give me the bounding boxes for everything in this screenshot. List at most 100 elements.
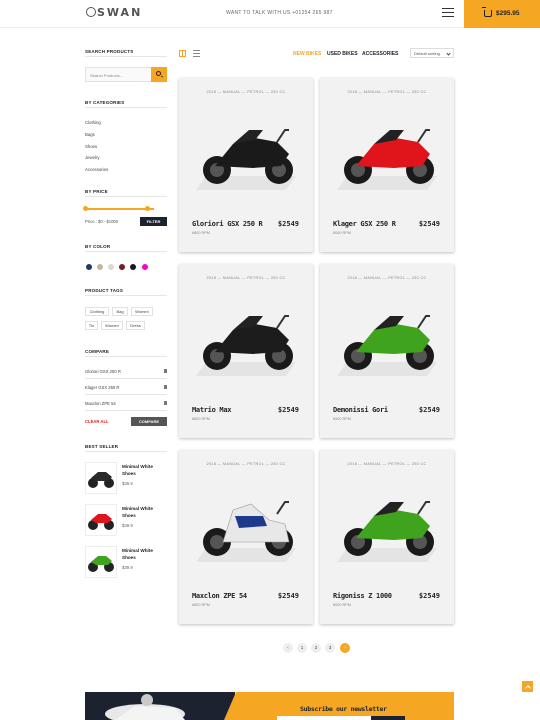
tab-accessories[interactable]: ACCESSORIES xyxy=(362,51,398,57)
site-logo[interactable]: SWAN xyxy=(86,6,142,19)
category-jewelry[interactable]: Jewelry xyxy=(85,155,100,160)
product-name[interactable]: Gloriori GSX 250 R xyxy=(192,220,263,228)
product-name[interactable]: Klager GSX 250 R xyxy=(333,220,396,228)
trash-icon[interactable] xyxy=(164,369,167,373)
bestseller-thumbnail[interactable] xyxy=(85,462,117,494)
category-clothing[interactable]: Clothing xyxy=(85,120,101,125)
tag-women[interactable]: Women xyxy=(101,321,123,330)
color-swatch-black[interactable] xyxy=(130,264,136,270)
tab-new-bikes[interactable]: NEW BIKES xyxy=(293,51,321,57)
motorcycle-image xyxy=(203,501,293,556)
product-name[interactable]: Matrio Max xyxy=(192,406,231,414)
divider xyxy=(85,107,167,108)
list-view-icon[interactable] xyxy=(193,50,200,57)
trash-icon[interactable] xyxy=(164,385,167,389)
product-rpm: 8000 RPM xyxy=(333,603,351,607)
motorcycle-image xyxy=(203,129,293,184)
product-name[interactable]: Rigoniss Z 1000 xyxy=(333,592,392,600)
product-card[interactable]: 2018 — MANUAL — PETROL — 250 CC Rigoniss… xyxy=(320,450,454,624)
price-slider-min-handle[interactable] xyxy=(83,206,88,211)
category-accessories[interactable]: Accessories xyxy=(85,167,108,172)
bestseller-thumbnail[interactable] xyxy=(85,504,117,536)
bestseller-price: $39.9 xyxy=(122,481,133,486)
color-swatch-navy[interactable] xyxy=(86,264,92,270)
tag-bag[interactable]: Bag xyxy=(112,307,128,316)
color-swatch-beige[interactable] xyxy=(97,264,103,270)
search-button[interactable] xyxy=(151,67,167,82)
tag-tie[interactable]: Tie xyxy=(85,321,98,330)
logo-ring-icon xyxy=(86,7,96,17)
tag-clothing[interactable]: Clothing xyxy=(85,307,109,316)
bestseller-price: $39.9 xyxy=(122,523,133,528)
divider xyxy=(85,196,167,197)
sort-value: Default sorting xyxy=(414,51,440,56)
newsletter-title: Subscribe our newsletter xyxy=(300,705,387,713)
cart-amount: $295.95 xyxy=(496,10,520,17)
category-bags[interactable]: Bags xyxy=(85,132,95,137)
product-specs: 2018 — MANUAL — PETROL — 250 CC xyxy=(347,90,427,94)
newsletter-email-input[interactable] xyxy=(277,716,371,720)
trash-icon[interactable] xyxy=(164,401,167,405)
bestseller-name[interactable]: Minimal White Shoes xyxy=(122,547,166,561)
compare-item: Gloriori GSX 250 R xyxy=(85,369,167,374)
product-card[interactable]: 2018 — MANUAL — PETROL — 250 CC Klager G… xyxy=(320,78,454,252)
color-heading: BY COLOR xyxy=(85,244,111,249)
hamburger-menu-icon[interactable] xyxy=(442,8,454,17)
product-price: $2549 xyxy=(418,406,440,414)
compare-item-label: Maxclon ZPE 54 xyxy=(85,401,116,406)
product-card[interactable]: 2018 — MANUAL — PETROL — 250 CC Matrio M… xyxy=(179,264,313,438)
cart-button[interactable]: $295.95 xyxy=(464,0,540,28)
sort-select[interactable]: Default sorting xyxy=(410,48,454,58)
rider-image xyxy=(105,694,185,720)
product-card[interactable]: 2018 — MANUAL — PETROL — 250 CC Demoniss… xyxy=(320,264,454,438)
product-name[interactable]: Maxclon ZPE 54 xyxy=(192,592,247,600)
color-swatch-lightgray[interactable] xyxy=(108,264,114,270)
bestseller-thumbnail[interactable] xyxy=(85,546,117,578)
site-header: SWAN WANT TO TALK WITH US +01254 265 987… xyxy=(0,0,540,28)
product-price: $2549 xyxy=(277,592,299,600)
compare-button[interactable]: COMPARE xyxy=(131,417,167,426)
filter-button[interactable]: FILTER xyxy=(140,217,167,226)
tag-dress[interactable]: Dress xyxy=(126,321,145,330)
product-name[interactable]: Demonissi Gori xyxy=(333,406,388,414)
product-specs: 2018 — MANUAL — PETROL — 250 CC xyxy=(206,462,286,466)
product-rpm: 6900 RPM xyxy=(333,417,351,421)
newsletter-submit-button[interactable] xyxy=(371,716,405,720)
page-next-button[interactable]: › xyxy=(340,643,350,653)
price-slider-track[interactable] xyxy=(85,208,154,210)
motorcycle-image xyxy=(344,501,434,556)
clear-all-link[interactable]: CLEAR ALL xyxy=(85,419,109,424)
bestseller-name[interactable]: Minimal White Shoes xyxy=(122,505,166,519)
divider xyxy=(85,378,167,379)
page-2-button[interactable]: 2 xyxy=(311,643,321,653)
price-slider-max-handle[interactable] xyxy=(145,206,151,211)
category-shoes[interactable]: Shoes xyxy=(85,144,97,149)
tab-used-bikes[interactable]: USED BIKES xyxy=(327,51,358,57)
product-card[interactable]: 2018 — MANUAL — PETROL — 250 CC Gloriori… xyxy=(179,78,313,252)
grid-view-icon[interactable] xyxy=(179,50,186,57)
product-rpm: 8000 RPM xyxy=(333,231,351,235)
compare-item: Maxclon ZPE 54 xyxy=(85,401,167,406)
page-1-button[interactable]: 1 xyxy=(297,643,307,653)
motorcycle-image xyxy=(344,129,434,184)
divider xyxy=(85,251,167,252)
page-prev-button[interactable]: ‹ xyxy=(283,643,293,653)
bestseller-name[interactable]: Minimal White Shoes xyxy=(122,463,166,477)
scroll-to-top-button[interactable] xyxy=(522,681,533,692)
compare-item: Klager GSX 250 R xyxy=(85,385,167,390)
color-swatch-magenta[interactable] xyxy=(142,264,148,270)
color-swatch-maroon[interactable] xyxy=(119,264,125,270)
divider xyxy=(85,356,167,357)
product-card[interactable]: 2018 — MANUAL — PETROL — 250 CC Maxclon … xyxy=(179,450,313,624)
price-heading: BY PRICE xyxy=(85,189,108,194)
chevron-down-icon xyxy=(446,51,451,56)
product-price: $2549 xyxy=(418,592,440,600)
tag-women[interactable]: Women xyxy=(131,307,153,316)
motorcycle-image xyxy=(203,315,293,370)
search-input[interactable]: Search Products... xyxy=(85,67,152,82)
categories-heading: BY CATEGORIES xyxy=(85,100,125,105)
compare-item-label: Gloriori GSX 250 R xyxy=(85,369,121,374)
search-heading: SEARCH PRODUCTS xyxy=(85,49,134,54)
product-specs: 2018 — MANUAL — PETROL — 250 CC xyxy=(206,90,286,94)
page-3-button[interactable]: 3 xyxy=(325,643,335,653)
